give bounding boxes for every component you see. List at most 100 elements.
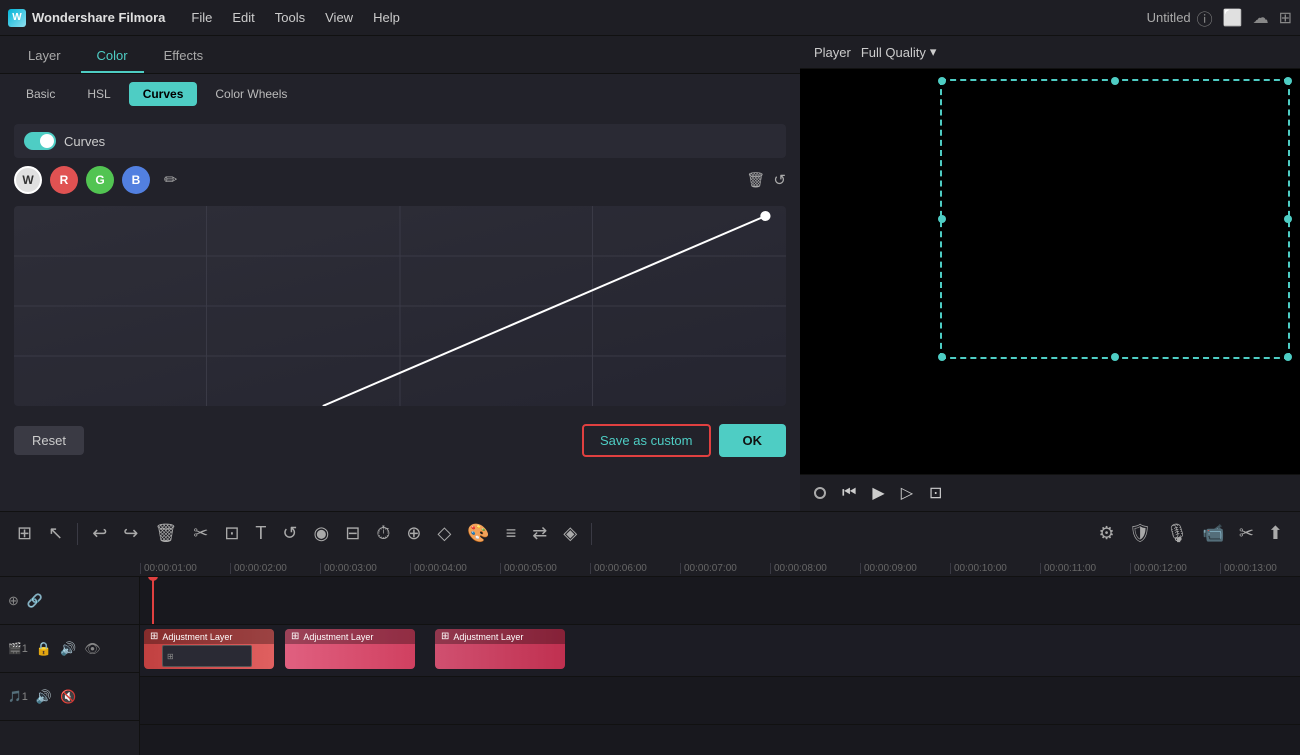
channel-red-btn[interactable]: R [50, 166, 78, 194]
track-ctrl-v1: 🎬1 🔒 🔊 👁 [0, 625, 139, 673]
ruler-mark-4: 00:00:05:00 [500, 563, 590, 574]
channel-white-btn[interactable]: W [14, 166, 42, 194]
effect-btn[interactable]: ◉ [309, 519, 335, 548]
playhead-head [148, 577, 158, 581]
curves-content: Curves W R G B ✏ 🗑 ↺ [0, 114, 800, 511]
curves-label: Curves [64, 134, 105, 149]
track-a1-volume-icon[interactable]: 🔊 [36, 689, 52, 705]
mic-btn[interactable]: 🎙 [1161, 519, 1194, 548]
settings-btn[interactable]: ⚙ [1094, 519, 1120, 548]
subtab-hsl[interactable]: HSL [73, 82, 124, 106]
reset-curve-btn[interactable]: ↺ [773, 171, 786, 189]
channel-buttons: W R G B ✏ 🗑 ↺ [14, 166, 786, 194]
clip-1-header: ⊞ Adjustment Layer [144, 629, 274, 644]
handle-tr[interactable] [1284, 77, 1292, 85]
handle-br[interactable] [1284, 353, 1292, 361]
handle-tm[interactable] [1111, 77, 1119, 85]
trim-btn[interactable]: ⊟ [340, 519, 365, 548]
player-header: Player Full Quality ▾ [800, 36, 1300, 69]
mask-btn[interactable]: ◇ [432, 519, 456, 548]
clip-2-header: ⊞ Adjustment Layer [285, 629, 415, 644]
cam-btn[interactable]: 📹 [1197, 519, 1229, 548]
timer-btn[interactable]: ⏱ [371, 519, 395, 548]
cut-btn[interactable]: ✂ [188, 519, 213, 548]
selection-rect[interactable] [940, 79, 1290, 359]
export-btn[interactable]: ⬆ [1263, 519, 1288, 548]
handle-mr[interactable] [1284, 215, 1292, 223]
menu-file[interactable]: File [181, 0, 222, 36]
eyedropper-btn[interactable]: ✏ [158, 168, 183, 192]
tab-color[interactable]: Color [81, 40, 144, 73]
toolbar-sep-1 [77, 523, 78, 545]
ruler-mark-10: 00:00:11:00 [1040, 563, 1130, 574]
track-volume-icon[interactable]: 🔊 [60, 641, 76, 657]
menu-tools[interactable]: Tools [265, 0, 315, 36]
grid-icon[interactable]: ⊞ [1279, 8, 1292, 28]
app-name: Wondershare Filmora [32, 10, 165, 25]
audio-btn[interactable]: ≡ [501, 519, 522, 548]
fullscreen-btn[interactable]: ⊡ [929, 483, 942, 503]
delete-curve-btn[interactable]: 🗑 [746, 171, 765, 189]
delete-btn[interactable]: 🗑 [149, 519, 182, 548]
rotate-btn[interactable]: ↺ [277, 519, 302, 548]
crop-btn[interactable]: ⊡ [219, 519, 244, 548]
handle-bl[interactable] [938, 353, 946, 361]
cut2-btn[interactable]: ✂ [1234, 519, 1259, 548]
motion-btn[interactable]: ⇄ [527, 519, 552, 548]
select-btn[interactable]: ↖ [43, 519, 68, 548]
play-alt-btn[interactable]: ▷ [901, 483, 913, 503]
save-custom-button[interactable]: Save as custom [582, 424, 711, 457]
clip-1-icon: ⊞ [150, 631, 158, 642]
track-v1-label: 🎬1 [8, 642, 28, 655]
menu-view[interactable]: View [315, 0, 363, 36]
quality-select[interactable]: Full Quality ▾ [861, 44, 937, 60]
color-btn[interactable]: 🎨 [462, 519, 494, 548]
shield-btn[interactable]: 🛡 [1124, 519, 1157, 548]
step-back-btn[interactable]: ⏮ [842, 484, 856, 502]
clip-1[interactable]: ⊞ Adjustment Layer ⊞ [144, 629, 274, 669]
play-btn[interactable]: ▶ [872, 483, 884, 503]
curves-toggle[interactable] [24, 132, 56, 150]
clip-3[interactable]: ⊞ Adjustment Layer [435, 629, 565, 669]
playhead[interactable] [152, 577, 154, 624]
menu-bar-right: Untitled ⓘ ⬜ ☁ ⊞ [1147, 6, 1292, 30]
add-track-icon[interactable]: ⊕ [8, 593, 19, 609]
track-a1-mute-icon[interactable]: 🔇 [60, 689, 76, 705]
track-eye-icon[interactable]: 👁 [84, 641, 101, 657]
subtab-basic[interactable]: Basic [12, 82, 69, 106]
channel-green-btn[interactable]: G [86, 166, 114, 194]
undo-btn[interactable]: ↩ [87, 519, 112, 548]
handle-bm[interactable] [1111, 353, 1119, 361]
channel-actions: 🗑 ↺ [746, 171, 786, 189]
timeline-ruler: 00:00:01:00 00:00:02:00 00:00:03:00 00:0… [0, 555, 1300, 577]
handle-tl[interactable] [938, 77, 946, 85]
link-icon[interactable]: 🔗 [27, 593, 43, 609]
clip-2-label: Adjustment Layer [303, 632, 373, 642]
ruler-mark-9: 00:00:10:00 [950, 563, 1040, 574]
info-icon[interactable]: ⓘ [1197, 6, 1213, 30]
menu-edit[interactable]: Edit [222, 0, 264, 36]
layer-btn[interactable]: ◈ [558, 519, 582, 548]
ruler-mark-0: 00:00:01:00 [140, 563, 230, 574]
channel-blue-btn[interactable]: B [122, 166, 150, 194]
clip-2[interactable]: ⊞ Adjustment Layer [285, 629, 415, 669]
subtab-color-wheels[interactable]: Color Wheels [201, 82, 301, 106]
scene-btn[interactable]: ⊞ [12, 519, 37, 548]
track-lock-icon[interactable]: 🔒 [36, 641, 52, 657]
subtab-curves[interactable]: Curves [129, 82, 198, 106]
toolbar-right: ⚙ 🛡 🎙 📹 ✂ ⬆ [1094, 519, 1288, 548]
reset-button[interactable]: Reset [14, 426, 84, 455]
menu-help[interactable]: Help [363, 0, 410, 36]
cloud-icon[interactable]: ☁ [1253, 8, 1269, 28]
tab-layer[interactable]: Layer [12, 40, 77, 73]
zoom-btn[interactable]: ⊕ [401, 519, 426, 548]
curves-svg [14, 206, 786, 406]
curves-graph[interactable] [14, 206, 786, 406]
monitor-icon[interactable]: ⬜ [1223, 8, 1243, 28]
timeline-area: 00:00:01:00 00:00:02:00 00:00:03:00 00:0… [0, 555, 1300, 755]
text-btn[interactable]: T [250, 519, 271, 548]
handle-ml[interactable] [938, 215, 946, 223]
ok-button[interactable]: OK [719, 424, 787, 457]
redo-btn[interactable]: ↪ [118, 519, 143, 548]
tab-effects[interactable]: Effects [148, 40, 220, 73]
